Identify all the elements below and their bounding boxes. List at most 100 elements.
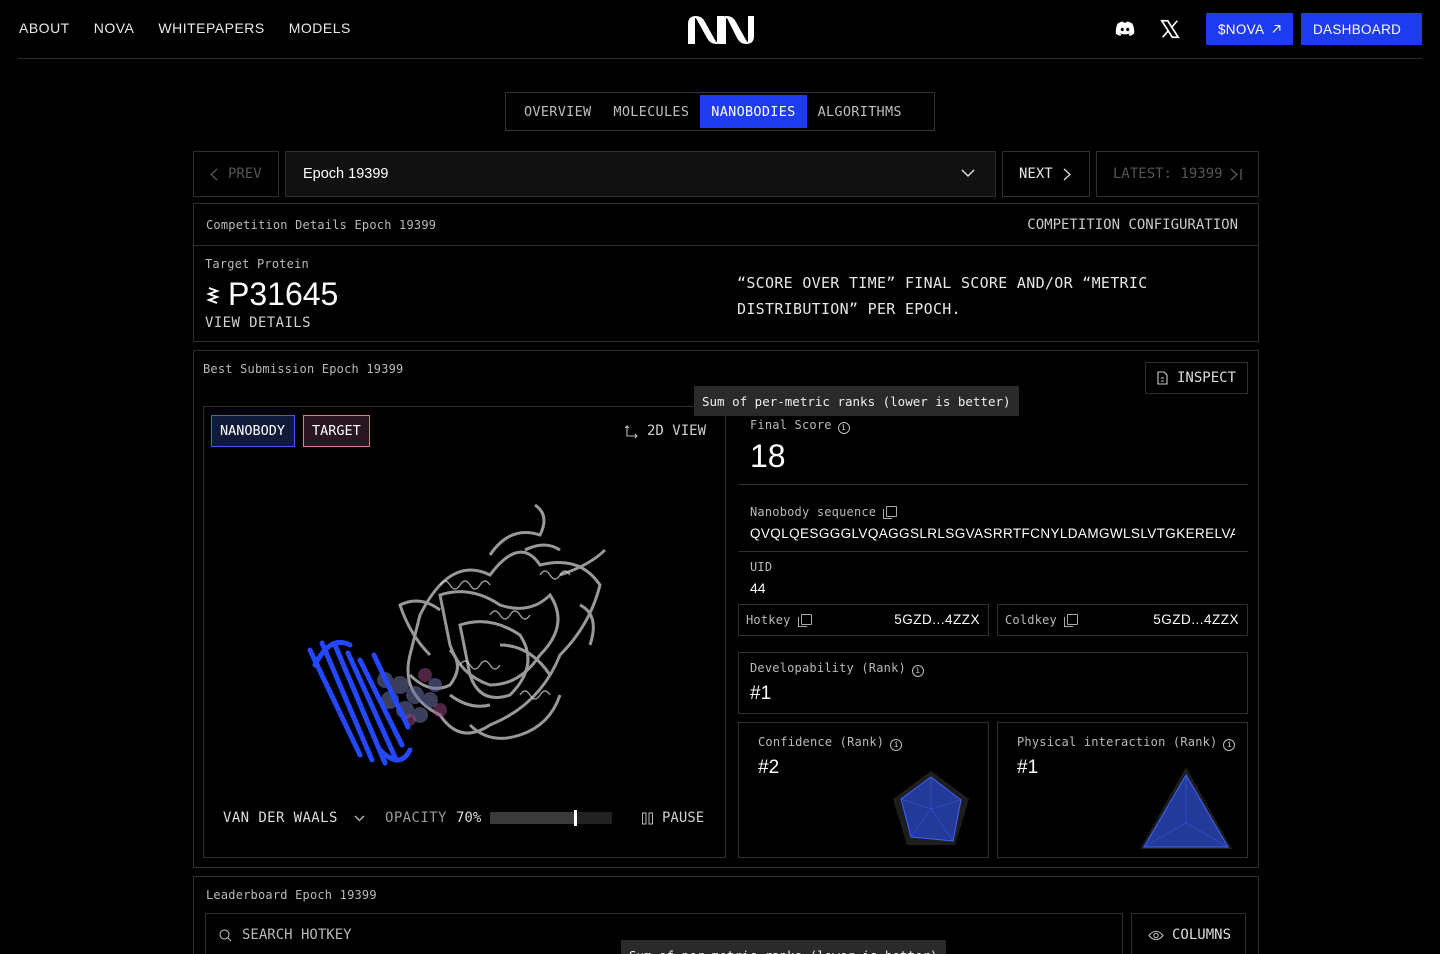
protein-icon [206,286,220,304]
copy-icon[interactable] [797,614,812,627]
copy-icon[interactable] [883,506,898,519]
render-mode-select[interactable]: VAN DER WAALS [223,810,365,826]
developability-card: Developability (Rank) i #1 [738,652,1248,714]
info-icon[interactable]: i [911,664,924,677]
hotkey-label-text: Hotkey [746,613,791,627]
top-nav: ABOUT NOVA WHITEPAPERS MODELS [19,20,351,36]
physical-label: Physical interaction (Rank) i [1017,735,1236,751]
nav-nova[interactable]: NOVA [94,20,135,36]
search-icon [219,928,232,941]
confidence-value: #2 [758,757,780,778]
protein-structure-render [307,503,607,766]
epoch-select[interactable]: Epoch 19399 [285,151,996,197]
sequence-label-text: Nanobody sequence [750,505,877,519]
divider [738,484,1248,485]
nova-token-label: $NOVA [1218,21,1265,37]
nova-token-button[interactable]: $NOVA [1206,13,1293,45]
skip-to-end-icon [1230,167,1242,181]
inspect-label: INSPECT [1177,370,1237,386]
nav-models[interactable]: MODELS [289,20,351,36]
hotkey-value[interactable]: 5GZD...4ZZX [894,612,980,627]
coldkey-label-text: Coldkey [1005,613,1057,627]
physical-interaction-card: Physical interaction (Rank) i #1 [997,722,1248,858]
final-score-label: Final Score i [750,418,850,434]
final-score-value: 18 [750,438,786,474]
confidence-label-text: Confidence (Rank) [758,735,885,749]
pause-label: PAUSE [662,810,705,826]
competition-panel: Competition Details Epoch 19399 COMPETIT… [193,203,1259,342]
chevron-down-icon [354,815,365,821]
eye-icon [1148,930,1164,940]
hotkey-label: Hotkey [746,613,812,627]
view-details-link[interactable]: VIEW DETAILS [205,315,311,331]
tab-overview[interactable]: OVERVIEW [513,95,602,128]
tab-algorithms[interactable]: ALGORITHMS [807,95,913,128]
target-protein-label: Target Protein [205,257,309,271]
divider [738,551,1248,552]
section-tabs: OVERVIEW MOLECULES NANOBODIES ALGORITHMS [505,92,935,131]
nav-whitepapers[interactable]: WHITEPAPERS [158,20,264,36]
copy-icon[interactable] [1063,614,1078,627]
arrow-up-right-icon [1409,28,1410,30]
columns-button[interactable]: COLUMNS [1131,913,1246,954]
pause-button[interactable]: PAUSE [641,810,704,826]
info-icon[interactable]: i [837,421,850,434]
info-icon[interactable]: i [1223,738,1236,751]
discord-icon[interactable] [1114,18,1136,40]
physical-label-text: Physical interaction (Rank) [1017,735,1218,749]
coldkey-field: Coldkey 5GZD...4ZZX [997,604,1248,636]
target-protein-id: P31645 [228,276,339,312]
chevron-down-icon [961,169,975,178]
developability-value: #1 [750,683,772,704]
epoch-selected-value: Epoch 19399 [303,166,389,182]
prev-label: PREV [228,166,262,182]
opacity-label: OPACITY [385,810,447,826]
coldkey-value[interactable]: 5GZD...4ZZX [1153,612,1239,627]
axes-icon [624,424,638,438]
info-icon[interactable]: i [890,738,903,751]
inspect-icon [1157,371,1168,385]
final-score-label-text: Final Score [750,418,832,432]
prev-epoch-button[interactable]: PREV [193,151,279,197]
columns-label: COLUMNS [1172,927,1232,943]
chevron-left-icon [210,167,218,181]
dashboard-label: DASHBOARD [1313,21,1402,37]
legend-target[interactable]: TARGET [303,415,370,447]
final-score-tooltip: Sum of per-metric ranks (lower is better… [694,386,1019,416]
physical-radar-icon [1140,767,1232,849]
x-twitter-icon[interactable] [1159,18,1181,40]
nanobody-sequence[interactable]: QVQLQESGGGLVQAGGSLRLSGVASRRTFCNYLDAMGWLS… [750,526,1235,541]
competition-config-link[interactable]: COMPETITION CONFIGURATION [1027,217,1238,233]
nav-about[interactable]: ABOUT [19,20,70,36]
opacity-slider-fill [490,812,575,824]
view-toggle-label: 2D VIEW [647,423,707,439]
next-epoch-button[interactable]: NEXT [1002,151,1090,197]
inspect-button[interactable]: INSPECT [1145,362,1248,394]
tab-nanobodies[interactable]: NANOBODIES [700,95,807,128]
legend-nanobody[interactable]: NANOBODY [211,415,295,447]
dashboard-button[interactable]: DASHBOARD [1301,13,1422,45]
pause-icon [642,812,653,824]
opacity-slider-thumb[interactable] [574,810,577,826]
nova-logo[interactable] [686,14,756,46]
hotkey-field: Hotkey 5GZD...4ZZX [738,604,989,636]
physical-value: #1 [1017,757,1039,778]
leaderboard-title: Leaderboard Epoch 19399 [206,888,377,902]
developability-label-text: Developability (Rank) [750,661,906,675]
next-label: NEXT [1019,166,1053,182]
search-placeholder: SEARCH HOTKEY [242,927,352,943]
arrow-up-right-icon [1272,24,1281,33]
confidence-label: Confidence (Rank) i [758,735,903,751]
developability-label: Developability (Rank) i [750,661,924,677]
latest-label: LATEST: 19399 [1113,166,1223,182]
view-toggle-2d[interactable]: 2D VIEW [624,423,706,439]
uid-label: UID [750,560,773,574]
tab-molecules[interactable]: MOLECULES [602,95,700,128]
leaderboard-tooltip: Sum of per-metric ranks (lower is better… [621,940,946,954]
nav-divider [18,58,1422,59]
render-mode-value: VAN DER WAALS [223,810,338,826]
latest-epoch-button[interactable]: LATEST: 19399 [1096,151,1259,197]
sequence-label: Nanobody sequence [750,505,898,519]
confidence-radar-icon [893,771,969,845]
opacity-value: 70% [456,810,482,826]
